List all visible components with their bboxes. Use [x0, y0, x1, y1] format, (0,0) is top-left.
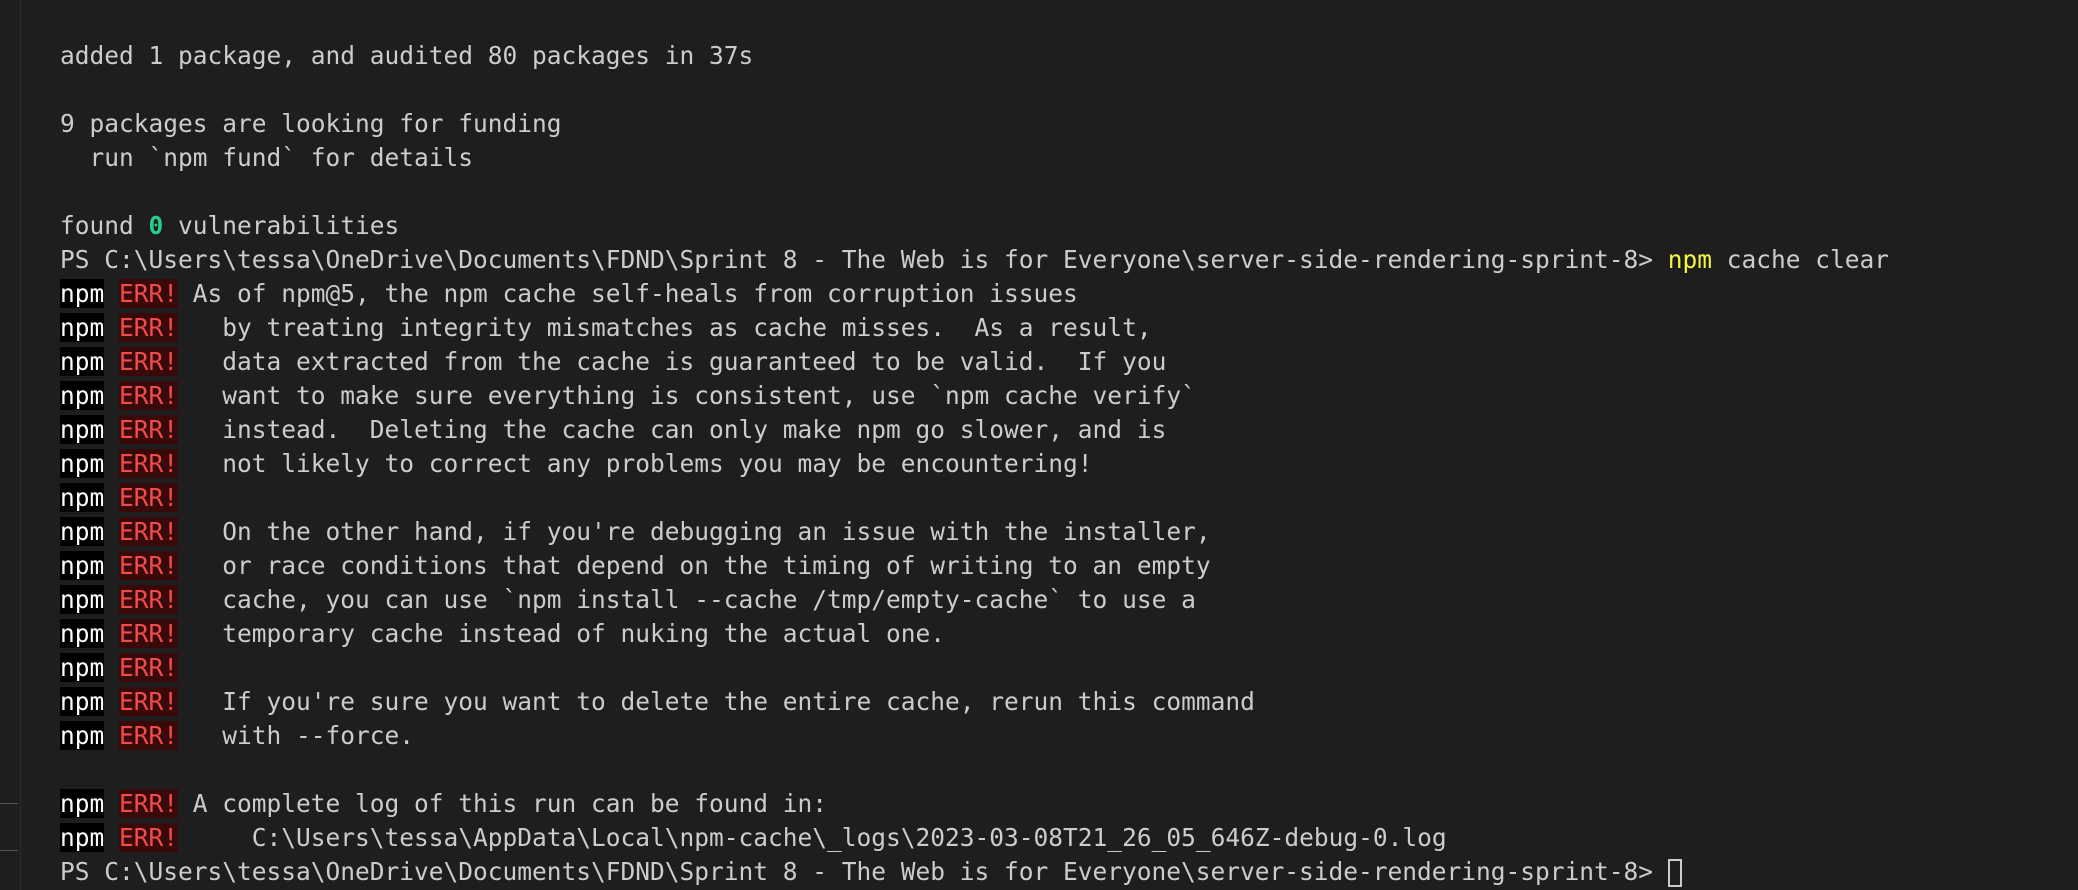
npm-label: npm	[60, 517, 105, 546]
npm-error-line: npm ERR! instead. Deleting the cache can…	[60, 413, 2058, 447]
npm-label: npm	[60, 279, 105, 308]
err-label: ERR!	[119, 687, 179, 716]
err-label: ERR!	[119, 619, 179, 648]
npm-log-line: npm ERR! A complete log of this run can …	[60, 787, 2058, 821]
npm-error-line: npm ERR! data extracted from the cache i…	[60, 345, 2058, 379]
err-label: ERR!	[119, 517, 179, 546]
vulnerabilities-line: found 0 vulnerabilities	[60, 209, 2058, 243]
err-label: ERR!	[119, 653, 179, 682]
gutter-mark	[0, 850, 18, 851]
npm-label: npm	[60, 415, 105, 444]
err-label: ERR!	[119, 415, 179, 444]
npm-label: npm	[60, 721, 105, 750]
npm-error-line: npm ERR!	[60, 481, 2058, 515]
npm-error-line: npm ERR! If you're sure you want to dele…	[60, 685, 2058, 719]
npm-label: npm	[60, 483, 105, 512]
err-label: ERR!	[119, 381, 179, 410]
error-message: If you're sure you want to delete the en…	[178, 687, 1255, 716]
err-label: ERR!	[119, 347, 179, 376]
error-message: As of npm@5, the npm cache self-heals fr…	[178, 279, 1078, 308]
text-cursor	[1667, 859, 1682, 887]
npm-error-line: npm ERR!	[60, 651, 2058, 685]
funding-line: 9 packages are looking for funding	[60, 109, 562, 138]
error-message: not likely to correct any problems you m…	[178, 449, 1093, 478]
err-label: ERR!	[119, 789, 179, 818]
err-label: ERR!	[119, 585, 179, 614]
error-message: On the other hand, if you're debugging a…	[178, 517, 1211, 546]
npm-label: npm	[60, 653, 105, 682]
npm-error-line: npm ERR! On the other hand, if you're de…	[60, 515, 2058, 549]
npm-label: npm	[60, 789, 105, 818]
command-name: npm	[1667, 245, 1713, 274]
npm-log-line: npm ERR! C:\Users\tessa\AppData\Local\np…	[60, 821, 2058, 855]
error-message: want to make sure everything is consiste…	[178, 381, 1196, 410]
npm-label: npm	[60, 449, 105, 478]
error-message: C:\Users\tessa\AppData\Local\npm-cache\_…	[178, 823, 1447, 852]
err-label: ERR!	[119, 721, 179, 750]
error-message: instead. Deleting the cache can only mak…	[178, 415, 1167, 444]
vulnerability-count: 0	[148, 211, 164, 240]
error-message: or race conditions that depend on the ti…	[178, 551, 1211, 580]
npm-label: npm	[60, 619, 105, 648]
command-prompt-line: PS C:\Users\tessa\OneDrive\Documents\FDN…	[60, 243, 2058, 277]
prompt-path: PS C:\Users\tessa\OneDrive\Documents\FDN…	[60, 245, 1668, 274]
terminal-output: added 1 package, and audited 80 packages…	[60, 39, 2058, 889]
prompt-path: PS C:\Users\tessa\OneDrive\Documents\FDN…	[60, 857, 1668, 886]
err-label: ERR!	[119, 313, 179, 342]
npm-label: npm	[60, 823, 105, 852]
npm-error-line: npm ERR! As of npm@5, the npm cache self…	[60, 277, 2058, 311]
gutter-mark	[0, 803, 18, 804]
fund-hint-line: run `npm fund` for details	[60, 143, 474, 172]
error-message: with --force.	[178, 721, 415, 750]
final-prompt-line[interactable]: PS C:\Users\tessa\OneDrive\Documents\FDN…	[60, 855, 2058, 889]
npm-error-line: npm ERR! not likely to correct any probl…	[60, 447, 2058, 481]
err-label: ERR!	[119, 483, 179, 512]
npm-error-line: npm ERR! temporary cache instead of nuki…	[60, 617, 2058, 651]
npm-label: npm	[60, 551, 105, 580]
npm-error-line: npm ERR! or race conditions that depend …	[60, 549, 2058, 583]
error-message: data extracted from the cache is guarant…	[178, 347, 1167, 376]
found-prefix: found	[60, 211, 149, 240]
npm-error-block: npm ERR! As of npm@5, the npm cache self…	[60, 277, 2058, 753]
err-label: ERR!	[119, 279, 179, 308]
npm-error-line: npm ERR! cache, you can use `npm install…	[60, 583, 2058, 617]
npm-log-block: npm ERR! A complete log of this run can …	[60, 787, 2058, 855]
command-args: cache clear	[1712, 245, 1890, 274]
npm-label: npm	[60, 687, 105, 716]
terminal-panel[interactable]: added 1 package, and audited 80 packages…	[0, 0, 2078, 890]
error-message: by treating integrity mismatches as cach…	[178, 313, 1152, 342]
npm-error-line: npm ERR! with --force.	[60, 719, 2058, 753]
npm-label: npm	[60, 313, 105, 342]
err-label: ERR!	[119, 823, 179, 852]
err-label: ERR!	[119, 551, 179, 580]
npm-label: npm	[60, 585, 105, 614]
error-message: cache, you can use `npm install --cache …	[178, 585, 1196, 614]
npm-error-line: npm ERR! by treating integrity mismatche…	[60, 311, 2058, 345]
err-label: ERR!	[119, 449, 179, 478]
terminal-gutter	[0, 0, 21, 890]
error-message: A complete log of this run can be found …	[178, 789, 828, 818]
found-suffix: vulnerabilities	[163, 211, 400, 240]
install-summary-line: added 1 package, and audited 80 packages…	[60, 41, 754, 70]
npm-label: npm	[60, 381, 105, 410]
error-message: temporary cache instead of nuking the ac…	[178, 619, 946, 648]
npm-label: npm	[60, 347, 105, 376]
npm-error-line: npm ERR! want to make sure everything is…	[60, 379, 2058, 413]
